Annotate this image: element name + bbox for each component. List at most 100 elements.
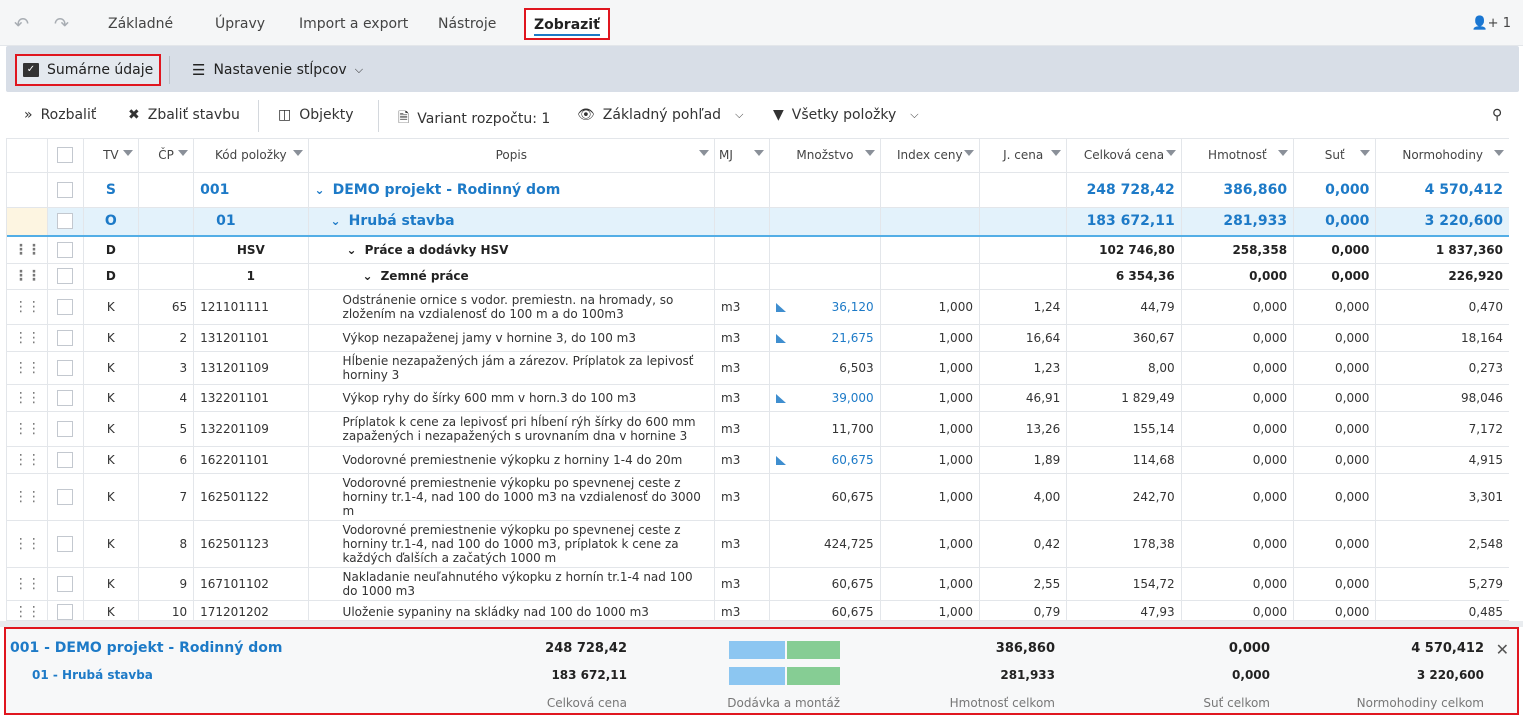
table-row[interactable]: ⋮⋮ K 10 171201202 Uloženie sypaniny na sklád…	[7, 600, 1509, 620]
col-code[interactable]: Kód položky	[193, 139, 309, 173]
qty-cell[interactable]: 60,675	[769, 473, 881, 521]
code-cell[interactable]: 001	[193, 172, 309, 208]
summary-project-title[interactable]: 001 - DEMO projekt - Rodinný dom	[10, 640, 282, 656]
code-cell[interactable]: 171201202	[193, 600, 309, 620]
price-index-cell[interactable]: 1,000	[880, 446, 980, 474]
col-qty[interactable]: Množstvo	[769, 139, 881, 173]
qty-cell[interactable]: 60,675	[769, 446, 881, 474]
close-icon[interactable]: ✕	[1496, 640, 1509, 659]
mj-cell[interactable]: m3	[714, 324, 771, 352]
filter-icon[interactable]	[754, 150, 765, 156]
drag-handle[interactable]: ⋮⋮	[7, 263, 48, 290]
row-checkbox[interactable]	[57, 420, 74, 437]
row-checkbox[interactable]	[57, 268, 74, 284]
tab-import-export[interactable]: Import a export	[299, 16, 408, 32]
mj-cell[interactable]: m3	[714, 289, 771, 325]
unit-price-cell[interactable]: 16,64	[979, 324, 1068, 352]
row-checkbox[interactable]	[57, 604, 74, 620]
table-row[interactable]: ⋮⋮ K 7 162501122 Vodorovné premiestnenie výk…	[7, 473, 1509, 521]
row-select[interactable]	[47, 324, 84, 352]
desc-cell[interactable]: Hĺbenie nezapažených jám a zárezov. Príp…	[308, 351, 716, 385]
drag-handle[interactable]: ⋮⋮	[7, 289, 48, 325]
view-selector[interactable]: 👁 Základný pohľad ⌵	[577, 107, 743, 123]
qty-cell[interactable]: 6,503	[769, 351, 881, 385]
qty-cell[interactable]: 60,675	[769, 600, 881, 620]
tab-tools[interactable]: Nástroje	[438, 16, 496, 32]
col-desc[interactable]: Popis	[308, 139, 716, 173]
desc-cell[interactable]: ⌄ Zemné práce	[308, 263, 716, 290]
budget-variant-button[interactable]: 🗎 Variant rozpočtu: 1	[398, 107, 550, 131]
drag-handle[interactable]: ⋮⋮	[7, 473, 48, 521]
price-index-cell[interactable]	[880, 236, 980, 264]
row-select[interactable]	[47, 172, 84, 208]
unit-price-cell[interactable]: 2,55	[979, 567, 1068, 601]
row-checkbox[interactable]	[57, 535, 74, 552]
select-all-checkbox[interactable]	[57, 147, 74, 164]
search-icon[interactable]: ⚲	[1492, 107, 1502, 123]
qty-cell[interactable]: 36,120	[769, 289, 881, 325]
unit-price-cell[interactable]	[979, 263, 1068, 290]
qty-cell[interactable]	[769, 236, 881, 264]
code-cell[interactable]: 132201109	[193, 411, 309, 447]
filter-icon[interactable]	[1360, 150, 1371, 156]
mj-cell[interactable]: m3	[714, 351, 771, 385]
table-row[interactable]: O 01 ⌄ Hrubá stavba 183 672,11 281,933 0,000 3 …	[7, 207, 1509, 237]
unit-price-cell[interactable]	[979, 207, 1068, 237]
table-row[interactable]: ⋮⋮ K 9 167101102 Nakladanie neuľahnutého výk…	[7, 567, 1509, 601]
price-index-cell[interactable]: 1,000	[880, 324, 980, 352]
desc-cell[interactable]: Nakladanie neuľahnutého výkopku z hornín…	[308, 567, 716, 601]
col-cp[interactable]: ČP	[138, 139, 195, 173]
chevron-down-icon[interactable]: ⌄	[347, 243, 357, 257]
drag-handle[interactable]: ⋮⋮	[7, 236, 48, 264]
row-select[interactable]	[47, 520, 84, 568]
mj-cell[interactable]: m3	[714, 446, 771, 474]
row-select[interactable]	[47, 473, 84, 521]
mj-cell[interactable]: m3	[714, 520, 771, 568]
objects-button[interactable]: ◫ Objekty	[278, 107, 354, 123]
col-total[interactable]: Celková cena	[1066, 139, 1182, 173]
row-select[interactable]	[47, 600, 84, 620]
desc-cell[interactable]: Príplatok k cene za lepivosť pri hĺbení …	[308, 411, 716, 447]
filter-selector[interactable]: ▼ Všetky položky ⌵	[773, 107, 919, 123]
drag-handle[interactable]: ⋮⋮	[7, 384, 48, 412]
filter-icon[interactable]	[1494, 150, 1504, 156]
qty-cell[interactable]	[769, 172, 881, 208]
chevron-down-icon[interactable]: ⌄	[315, 183, 325, 197]
mj-cell[interactable]: m3	[714, 384, 771, 412]
filter-icon[interactable]	[1051, 150, 1062, 156]
filter-icon[interactable]	[1165, 150, 1176, 156]
row-checkbox[interactable]	[57, 359, 74, 376]
code-cell[interactable]: 131201101	[193, 324, 309, 352]
table-row[interactable]: ⋮⋮ K 65 121101111 Odstránenie ornice s vodor…	[7, 289, 1509, 325]
mj-cell[interactable]	[714, 263, 771, 290]
table-row[interactable]: ⋮⋮ K 5 132201109 Príplatok k cene za lepivos…	[7, 411, 1509, 447]
desc-cell[interactable]: Odstránenie ornice s vodor. premiestn. n…	[308, 289, 716, 325]
price-index-cell[interactable]: 1,000	[880, 411, 980, 447]
col-mj[interactable]: MJ	[714, 139, 771, 173]
mj-cell[interactable]	[714, 236, 771, 264]
price-index-cell[interactable]	[880, 263, 980, 290]
tab-basic[interactable]: Základné	[108, 16, 173, 32]
row-checkbox[interactable]	[57, 451, 74, 468]
table-row[interactable]: ⋮⋮ K 6 162201101 Vodorovné premiestnenie výk…	[7, 446, 1509, 474]
filter-icon[interactable]	[292, 150, 303, 156]
unit-price-cell[interactable]: 46,91	[979, 384, 1068, 412]
drag-handle[interactable]: ⋮⋮	[7, 600, 48, 620]
price-index-cell[interactable]	[880, 172, 980, 208]
tab-edit[interactable]: Úpravy	[215, 16, 265, 32]
filter-icon[interactable]	[178, 150, 189, 156]
qty-cell[interactable]	[769, 207, 881, 237]
filter-icon[interactable]	[864, 150, 875, 156]
price-index-cell[interactable]	[880, 207, 980, 237]
drag-handle[interactable]: ⋮⋮	[7, 520, 48, 568]
desc-cell[interactable]: Vodorovné premiestnenie výkopku z hornin…	[308, 446, 716, 474]
qty-cell[interactable]	[769, 263, 881, 290]
table-row[interactable]: ⋮⋮ D HSV ⌄ Práce a dodávky HSV 102 746,80 258,…	[7, 236, 1509, 264]
qty-cell[interactable]: 39,000	[769, 384, 881, 412]
qty-cell[interactable]: 21,675	[769, 324, 881, 352]
unit-price-cell[interactable]: 1,24	[979, 289, 1068, 325]
drag-handle[interactable]: ⋮⋮	[7, 446, 48, 474]
qty-cell[interactable]: 60,675	[769, 567, 881, 601]
desc-cell[interactable]: Vodorovné premiestnenie výkopku po spevn…	[308, 520, 716, 568]
unit-price-cell[interactable]: 0,42	[979, 520, 1068, 568]
